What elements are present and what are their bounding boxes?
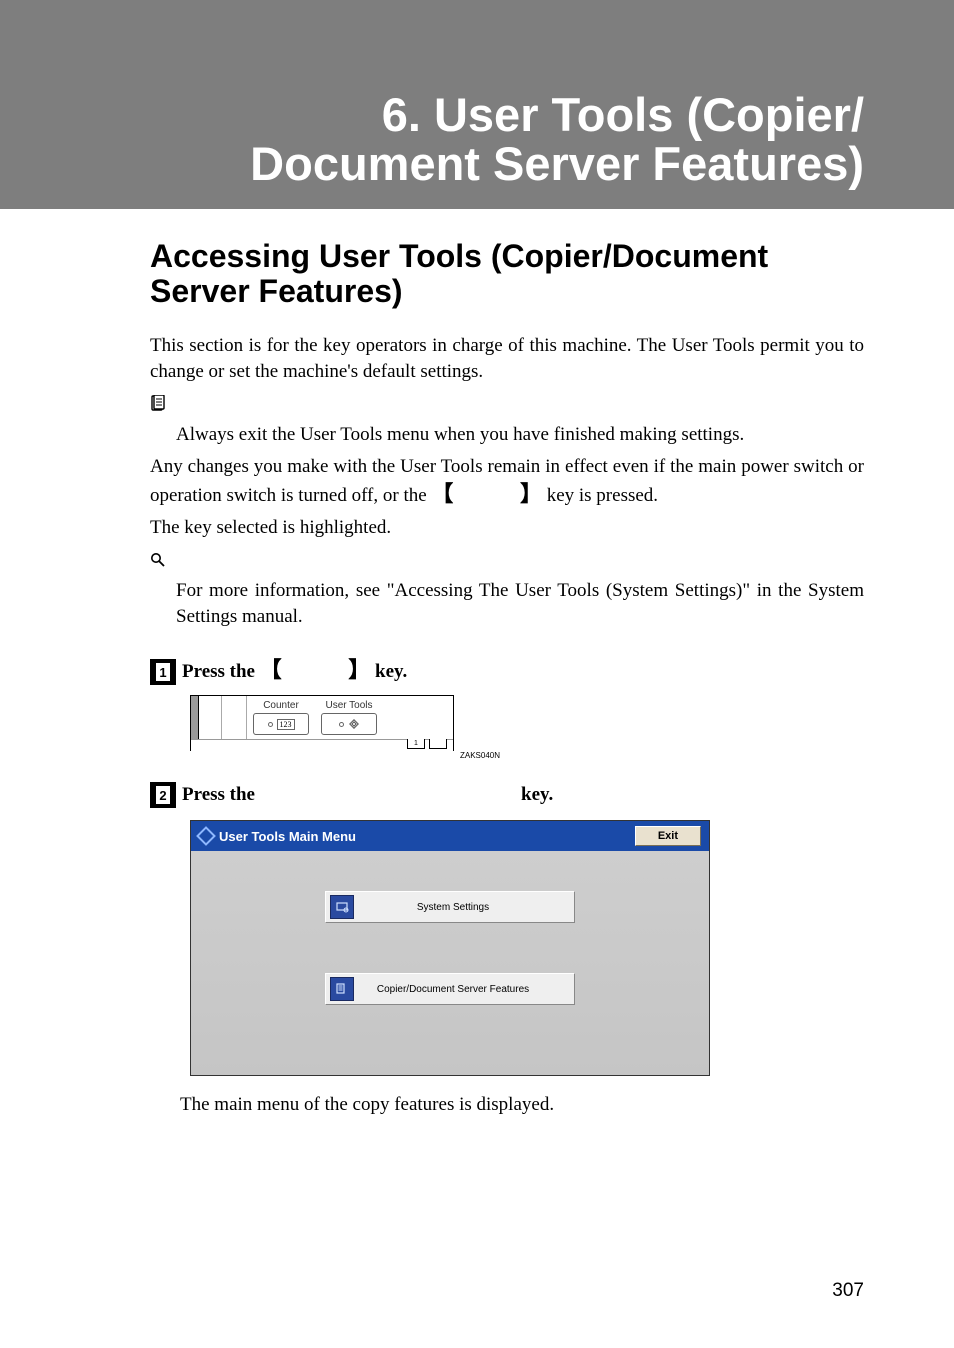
step-1: 1 Press the 【 】 key. bbox=[150, 652, 864, 686]
step-number-1: 1 bbox=[156, 663, 170, 681]
step2-prefix: Press the bbox=[182, 784, 260, 805]
page-number: 307 bbox=[832, 1280, 864, 1302]
step1-suffix: key. bbox=[370, 661, 407, 682]
bracket-open: 【 bbox=[431, 481, 453, 506]
figure1-code: ZAKS040N bbox=[190, 751, 502, 760]
bracket-close: 】 bbox=[520, 481, 542, 506]
step-2: 2 Press the key. bbox=[150, 782, 864, 808]
usertools-label: User Tools bbox=[321, 700, 377, 711]
system-settings-icon bbox=[330, 895, 354, 919]
step-badge-2: 2 bbox=[150, 782, 176, 808]
para2-a: Any changes you make with the User Tools… bbox=[150, 456, 864, 507]
section-title: Accessing User Tools (Copier/Document Se… bbox=[150, 239, 864, 309]
note-block bbox=[150, 390, 864, 416]
counter-key-column: Counter 123 bbox=[247, 696, 315, 739]
post-figure-text: The main menu of the copy features is di… bbox=[180, 1094, 864, 1116]
figure-usertools-menu: User Tools Main Menu Exit System Setting… bbox=[190, 820, 710, 1076]
figure-panel-keys: Counter 123 User Tools bbox=[190, 695, 864, 760]
counter-key: 123 bbox=[253, 713, 309, 735]
fig1-tab-2 bbox=[429, 739, 447, 749]
chapter-header: 6. User Tools (Copier/Document Server Fe… bbox=[0, 0, 954, 209]
fig1-tab-1: 1 bbox=[407, 739, 425, 749]
step1-prefix: Press the bbox=[182, 661, 260, 682]
note-icon bbox=[150, 395, 166, 413]
reference-text: For more information, see "Accessing The… bbox=[176, 578, 864, 629]
system-settings-button[interactable]: System Settings bbox=[325, 891, 575, 923]
step1-bracket-open: 【 bbox=[260, 657, 282, 682]
screen-title: User Tools Main Menu bbox=[219, 829, 356, 844]
step-number-2: 2 bbox=[156, 786, 170, 804]
exit-button[interactable]: Exit bbox=[635, 826, 701, 846]
system-settings-label: System Settings bbox=[360, 902, 574, 913]
step1-bracket-close: 】 bbox=[348, 657, 370, 682]
reference-block bbox=[150, 547, 864, 573]
counter-label: Counter bbox=[253, 700, 309, 711]
note-text: Always exit the User Tools menu when you… bbox=[176, 422, 864, 448]
copier-docserver-button[interactable]: Copier/Document Server Features bbox=[325, 973, 575, 1005]
copier-docserver-label: Copier/Document Server Features bbox=[360, 984, 574, 995]
step2-suffix: key. bbox=[516, 784, 553, 805]
para2-b: key is pressed. bbox=[542, 485, 658, 506]
step-badge-1: 1 bbox=[150, 659, 176, 685]
paragraph-highlight: The key selected is highlighted. bbox=[150, 515, 864, 541]
usertools-key bbox=[321, 713, 377, 735]
diamond-icon bbox=[348, 718, 360, 730]
paragraph-keypress: Any changes you make with the User Tools… bbox=[150, 454, 864, 509]
reference-icon bbox=[150, 552, 166, 568]
diamond-icon bbox=[196, 826, 216, 846]
counter-glyph: 123 bbox=[277, 719, 295, 730]
intro-paragraph: This section is for the key operators in… bbox=[150, 333, 864, 384]
copier-docserver-icon bbox=[330, 977, 354, 1001]
chapter-title: 6. User Tools (Copier/Document Server Fe… bbox=[170, 90, 864, 189]
usertools-key-column: User Tools bbox=[315, 696, 383, 739]
